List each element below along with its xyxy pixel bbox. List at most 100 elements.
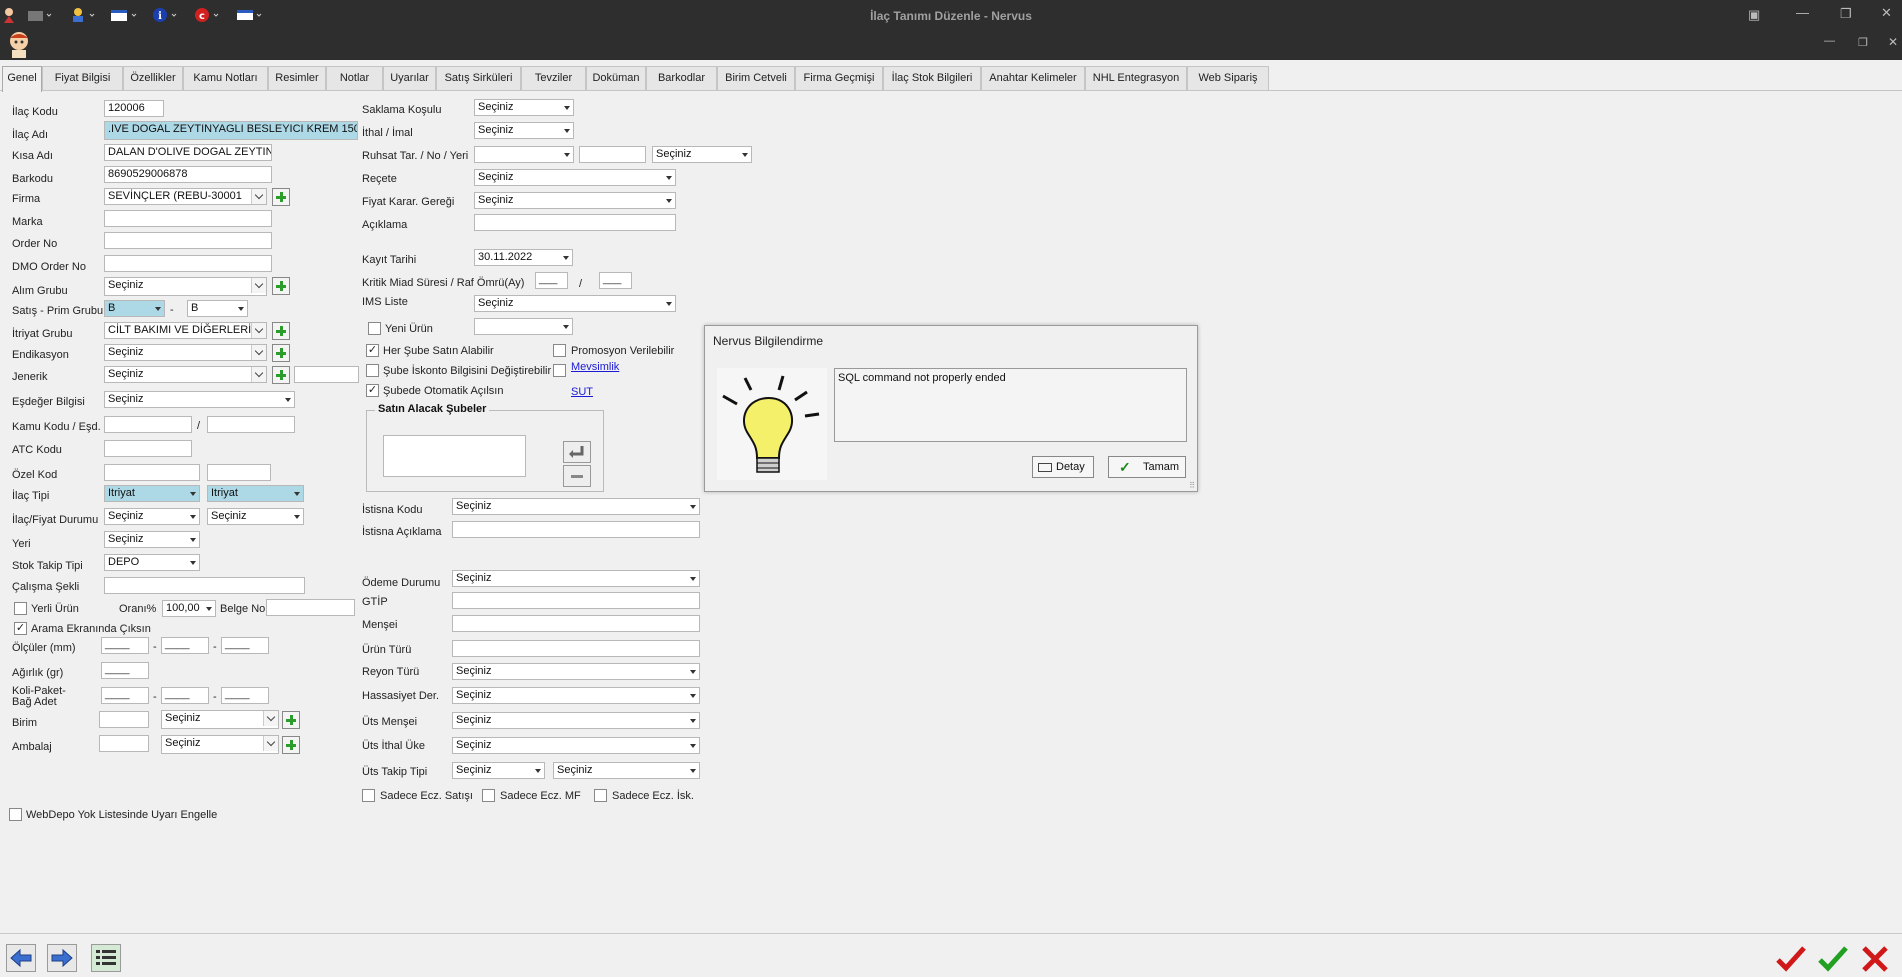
ithal-imal-combo[interactable]: Seçiniz <box>474 122 574 139</box>
olcu-en-field[interactable]: ____ <box>101 637 149 654</box>
itriyat-grubu-combo[interactable]: CİLT BAKIMI VE DİĞERLERİ <box>104 322 267 339</box>
satis-grubu-combo[interactable]: B <box>104 300 165 317</box>
istisna-aciklama-field[interactable] <box>452 521 700 538</box>
add-itriyat-grubu-button[interactable] <box>272 322 290 340</box>
user-app-icon[interactable] <box>2 6 16 24</box>
aciklama-field[interactable] <box>474 214 676 231</box>
kisa-adi-field[interactable]: DALAN D'OLIVE DOGAL ZEYTINYAGLI <box>104 144 272 161</box>
raf-omru-field[interactable]: ___ <box>599 272 632 289</box>
ambalaj-field[interactable] <box>99 735 149 752</box>
sadece-ecz-satis-checkbox[interactable] <box>362 789 375 802</box>
tab-fiyat-bilgisi[interactable]: Fiyat Bilgisi <box>42 66 123 90</box>
bag-field[interactable]: ____ <box>221 687 269 704</box>
add-jenerik-button[interactable] <box>272 366 290 384</box>
yerli-urun-checkbox[interactable] <box>14 602 27 615</box>
birim-combo[interactable]: Seçiniz <box>161 710 279 729</box>
mevsimlik-checkbox[interactable] <box>553 364 566 377</box>
tab-web-siparis[interactable]: Web Sipariş <box>1187 66 1269 90</box>
prim-grubu-combo[interactable]: B <box>187 300 248 317</box>
tab-firma-gecmisi[interactable]: Firma Geçmişi <box>795 66 883 90</box>
display-icon[interactable] <box>235 6 265 24</box>
belge-no-field[interactable] <box>266 599 355 616</box>
ambalaj-combo[interactable]: Seçiniz <box>161 735 279 754</box>
chevron-down-icon[interactable] <box>251 367 266 382</box>
tab-ilac-stok-bilgileri[interactable]: İlaç Stok Bilgileri <box>883 66 981 90</box>
subeler-list[interactable] <box>383 435 526 477</box>
uts-takip-2-combo[interactable]: Seçiniz <box>553 762 700 779</box>
subede-otomatik-checkbox[interactable]: ✓ <box>366 384 379 397</box>
gtip-field[interactable] <box>452 592 700 609</box>
sube-ekle-button[interactable] <box>563 441 591 463</box>
yeni-urun-checkbox[interactable] <box>368 322 381 335</box>
orani-combo[interactable]: 100,00 <box>162 600 216 617</box>
kamu-kodu-field[interactable] <box>104 416 192 433</box>
fiyat-karar-combo[interactable]: Seçiniz <box>474 192 676 209</box>
ilac-durumu-combo[interactable]: Seçiniz <box>104 508 200 525</box>
cancel-button[interactable] <box>1858 944 1892 974</box>
firma-combo[interactable]: SEVİNÇLER (REBU-30001 <box>104 188 267 205</box>
mevsimlik-link[interactable]: Mevsimlik <box>571 361 619 373</box>
minimize-button[interactable]: — <box>1796 5 1809 20</box>
ilac-adi-field[interactable]: .IVE DOGAL ZEYTINYAGLI BESLEYICI KREM 15… <box>104 121 358 140</box>
save-button[interactable] <box>1774 944 1808 974</box>
add-ambalaj-button[interactable] <box>282 736 300 754</box>
ruhsat-yeri-combo[interactable]: Seçiniz <box>652 146 752 163</box>
tab-birim-cetveli[interactable]: Birim Cetveli <box>717 66 795 90</box>
tab-ozellikler[interactable]: Özellikler <box>123 66 183 90</box>
detay-button[interactable]: Detay <box>1032 456 1094 478</box>
birim-field[interactable] <box>99 711 149 728</box>
sube-iskonto-checkbox[interactable] <box>366 364 379 377</box>
barkodu-field[interactable]: 8690529006878 <box>104 166 272 183</box>
chevron-down-icon[interactable] <box>251 278 266 293</box>
her-sube-checkbox[interactable]: ✓ <box>366 344 379 357</box>
sadece-ecz-isk-checkbox[interactable] <box>594 789 607 802</box>
add-firma-button[interactable] <box>272 188 290 206</box>
tab-notlar[interactable]: Notlar <box>326 66 383 90</box>
next-record-button[interactable] <box>47 944 77 972</box>
jenerik-extra-field[interactable] <box>294 366 359 383</box>
olcu-yukseklik-field[interactable]: ____ <box>221 637 269 654</box>
tab-nhl-entegrasyon[interactable]: NHL Entegrasyon <box>1085 66 1187 90</box>
tab-barkodlar[interactable]: Barkodlar <box>646 66 717 90</box>
olcu-boy-field[interactable]: ____ <box>161 637 209 654</box>
mdi-restore-button[interactable]: ❐ <box>1858 36 1868 49</box>
odeme-durumu-combo[interactable]: Seçiniz <box>452 570 700 587</box>
recete-combo[interactable]: Seçiniz <box>474 169 676 186</box>
window-icon[interactable] <box>110 6 140 24</box>
order-no-field[interactable] <box>104 232 272 249</box>
ruhsat-no-field[interactable] <box>579 146 646 163</box>
webdepo-checkbox[interactable] <box>9 808 22 821</box>
paket-field[interactable]: ____ <box>161 687 209 704</box>
tab-satis-sirkuleri[interactable]: Satış Sirküleri <box>436 66 521 90</box>
kayit-tarihi-combo[interactable]: 30.11.2022 <box>474 249 573 266</box>
kamu-esd-field[interactable] <box>207 416 295 433</box>
add-birim-button[interactable] <box>282 711 300 729</box>
kritik-miad-field[interactable]: ___ <box>535 272 568 289</box>
layout-icon[interactable]: ▣ <box>1748 7 1760 23</box>
mdi-minimize-button[interactable]: — <box>1824 35 1835 47</box>
koli-field[interactable]: ____ <box>101 687 149 704</box>
chevron-down-icon[interactable] <box>251 189 266 204</box>
stok-takip-tipi-combo[interactable]: DEPO <box>104 554 200 571</box>
alim-grubu-combo[interactable]: Seçiniz <box>104 277 267 296</box>
saklama-kosulu-combo[interactable]: Seçiniz <box>474 99 574 116</box>
promosyon-checkbox[interactable] <box>553 344 566 357</box>
tamam-button[interactable]: ✓ Tamam <box>1108 456 1186 478</box>
hassasiyet-combo[interactable]: Seçiniz <box>452 687 700 704</box>
marka-field[interactable] <box>104 210 272 227</box>
uts-takip-combo[interactable]: Seçiniz <box>452 762 545 779</box>
agirlik-field[interactable]: ____ <box>101 662 149 679</box>
arama-ekrani-checkbox[interactable]: ✓ <box>14 622 27 635</box>
mdi-close-button[interactable]: ✕ <box>1888 35 1898 49</box>
reyon-turu-combo[interactable]: Seçiniz <box>452 663 700 680</box>
ilac-tipi-combo[interactable]: Itriyat <box>104 485 200 502</box>
chevron-down-icon[interactable] <box>263 711 278 726</box>
tab-genel[interactable]: Genel <box>2 66 42 92</box>
info-icon[interactable]: i <box>152 6 180 24</box>
restore-button[interactable]: ❐ <box>1840 6 1852 22</box>
tab-uyarilar[interactable]: Uyarılar <box>383 66 436 90</box>
close-button[interactable]: ✕ <box>1881 5 1892 21</box>
ims-liste-combo[interactable]: Seçiniz <box>474 295 676 312</box>
ilac-tipi-2-combo[interactable]: Itriyat <box>207 485 304 502</box>
mensei-field[interactable] <box>452 615 700 632</box>
